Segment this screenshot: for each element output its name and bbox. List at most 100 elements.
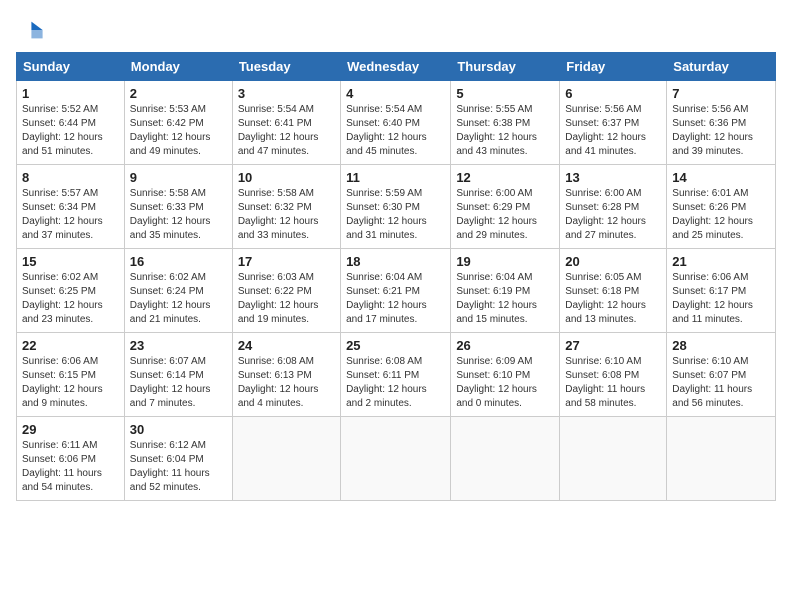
day-info: Sunrise: 6:03 AM Sunset: 6:22 PM Dayligh… — [238, 271, 335, 327]
table-row: 10 Sunrise: 5:58 AM Sunset: 6:32 PM Dayl… — [232, 165, 340, 249]
table-row: 28 Sunrise: 6:10 AM Sunset: 6:07 PM Dayl… — [667, 333, 776, 417]
day-info: Sunrise: 5:56 AM Sunset: 6:37 PM Dayligh… — [565, 103, 661, 159]
day-info: Sunrise: 6:09 AM Sunset: 6:10 PM Dayligh… — [456, 355, 554, 411]
day-info: Sunrise: 5:59 AM Sunset: 6:30 PM Dayligh… — [346, 187, 445, 243]
day-number: 27 — [565, 338, 661, 353]
day-number: 17 — [238, 254, 335, 269]
table-row — [451, 417, 560, 501]
day-info: Sunrise: 6:04 AM Sunset: 6:19 PM Dayligh… — [456, 271, 554, 327]
day-number: 18 — [346, 254, 445, 269]
calendar-week-row: 8 Sunrise: 5:57 AM Sunset: 6:34 PM Dayli… — [17, 165, 776, 249]
page-header — [16, 16, 776, 44]
table-row: 5 Sunrise: 5:55 AM Sunset: 6:38 PM Dayli… — [451, 81, 560, 165]
day-info: Sunrise: 6:00 AM Sunset: 6:29 PM Dayligh… — [456, 187, 554, 243]
logo — [16, 16, 48, 44]
table-row: 22 Sunrise: 6:06 AM Sunset: 6:15 PM Dayl… — [17, 333, 125, 417]
table-row: 7 Sunrise: 5:56 AM Sunset: 6:36 PM Dayli… — [667, 81, 776, 165]
calendar-body: 1 Sunrise: 5:52 AM Sunset: 6:44 PM Dayli… — [17, 81, 776, 501]
col-monday: Monday — [124, 53, 232, 81]
table-row: 2 Sunrise: 5:53 AM Sunset: 6:42 PM Dayli… — [124, 81, 232, 165]
table-row: 29 Sunrise: 6:11 AM Sunset: 6:06 PM Dayl… — [17, 417, 125, 501]
day-info: Sunrise: 6:08 AM Sunset: 6:13 PM Dayligh… — [238, 355, 335, 411]
day-info: Sunrise: 5:58 AM Sunset: 6:33 PM Dayligh… — [130, 187, 227, 243]
table-row: 26 Sunrise: 6:09 AM Sunset: 6:10 PM Dayl… — [451, 333, 560, 417]
day-number: 7 — [672, 86, 770, 101]
day-number: 12 — [456, 170, 554, 185]
day-info: Sunrise: 5:57 AM Sunset: 6:34 PM Dayligh… — [22, 187, 119, 243]
calendar-week-row: 1 Sunrise: 5:52 AM Sunset: 6:44 PM Dayli… — [17, 81, 776, 165]
day-info: Sunrise: 6:07 AM Sunset: 6:14 PM Dayligh… — [130, 355, 227, 411]
table-row: 12 Sunrise: 6:00 AM Sunset: 6:29 PM Dayl… — [451, 165, 560, 249]
table-row — [560, 417, 667, 501]
day-number: 5 — [456, 86, 554, 101]
day-number: 8 — [22, 170, 119, 185]
day-number: 23 — [130, 338, 227, 353]
col-wednesday: Wednesday — [341, 53, 451, 81]
table-row — [341, 417, 451, 501]
table-row: 27 Sunrise: 6:10 AM Sunset: 6:08 PM Dayl… — [560, 333, 667, 417]
table-row: 18 Sunrise: 6:04 AM Sunset: 6:21 PM Dayl… — [341, 249, 451, 333]
table-row: 30 Sunrise: 6:12 AM Sunset: 6:04 PM Dayl… — [124, 417, 232, 501]
day-number: 30 — [130, 422, 227, 437]
day-number: 6 — [565, 86, 661, 101]
table-row: 9 Sunrise: 5:58 AM Sunset: 6:33 PM Dayli… — [124, 165, 232, 249]
calendar-table: Sunday Monday Tuesday Wednesday Thursday… — [16, 52, 776, 501]
day-number: 3 — [238, 86, 335, 101]
table-row: 23 Sunrise: 6:07 AM Sunset: 6:14 PM Dayl… — [124, 333, 232, 417]
table-row: 13 Sunrise: 6:00 AM Sunset: 6:28 PM Dayl… — [560, 165, 667, 249]
calendar-week-row: 22 Sunrise: 6:06 AM Sunset: 6:15 PM Dayl… — [17, 333, 776, 417]
table-row: 19 Sunrise: 6:04 AM Sunset: 6:19 PM Dayl… — [451, 249, 560, 333]
day-info: Sunrise: 5:58 AM Sunset: 6:32 PM Dayligh… — [238, 187, 335, 243]
day-number: 22 — [22, 338, 119, 353]
day-info: Sunrise: 5:56 AM Sunset: 6:36 PM Dayligh… — [672, 103, 770, 159]
day-info: Sunrise: 6:12 AM Sunset: 6:04 PM Dayligh… — [130, 439, 227, 495]
table-row: 6 Sunrise: 5:56 AM Sunset: 6:37 PM Dayli… — [560, 81, 667, 165]
col-tuesday: Tuesday — [232, 53, 340, 81]
table-row: 16 Sunrise: 6:02 AM Sunset: 6:24 PM Dayl… — [124, 249, 232, 333]
col-friday: Friday — [560, 53, 667, 81]
day-info: Sunrise: 5:54 AM Sunset: 6:40 PM Dayligh… — [346, 103, 445, 159]
day-number: 2 — [130, 86, 227, 101]
day-number: 14 — [672, 170, 770, 185]
col-sunday: Sunday — [17, 53, 125, 81]
table-row: 21 Sunrise: 6:06 AM Sunset: 6:17 PM Dayl… — [667, 249, 776, 333]
day-number: 13 — [565, 170, 661, 185]
table-row: 3 Sunrise: 5:54 AM Sunset: 6:41 PM Dayli… — [232, 81, 340, 165]
logo-icon — [16, 16, 44, 44]
table-row: 15 Sunrise: 6:02 AM Sunset: 6:25 PM Dayl… — [17, 249, 125, 333]
table-row: 24 Sunrise: 6:08 AM Sunset: 6:13 PM Dayl… — [232, 333, 340, 417]
table-row: 4 Sunrise: 5:54 AM Sunset: 6:40 PM Dayli… — [341, 81, 451, 165]
table-row: 14 Sunrise: 6:01 AM Sunset: 6:26 PM Dayl… — [667, 165, 776, 249]
day-info: Sunrise: 6:04 AM Sunset: 6:21 PM Dayligh… — [346, 271, 445, 327]
day-info: Sunrise: 6:10 AM Sunset: 6:07 PM Dayligh… — [672, 355, 770, 411]
table-row: 11 Sunrise: 5:59 AM Sunset: 6:30 PM Dayl… — [341, 165, 451, 249]
calendar-week-row: 15 Sunrise: 6:02 AM Sunset: 6:25 PM Dayl… — [17, 249, 776, 333]
day-number: 28 — [672, 338, 770, 353]
day-number: 10 — [238, 170, 335, 185]
day-info: Sunrise: 6:06 AM Sunset: 6:15 PM Dayligh… — [22, 355, 119, 411]
day-number: 11 — [346, 170, 445, 185]
day-info: Sunrise: 6:01 AM Sunset: 6:26 PM Dayligh… — [672, 187, 770, 243]
col-thursday: Thursday — [451, 53, 560, 81]
day-number: 24 — [238, 338, 335, 353]
table-row: 8 Sunrise: 5:57 AM Sunset: 6:34 PM Dayli… — [17, 165, 125, 249]
table-row: 20 Sunrise: 6:05 AM Sunset: 6:18 PM Dayl… — [560, 249, 667, 333]
day-number: 20 — [565, 254, 661, 269]
day-number: 15 — [22, 254, 119, 269]
table-row: 25 Sunrise: 6:08 AM Sunset: 6:11 PM Dayl… — [341, 333, 451, 417]
day-info: Sunrise: 6:02 AM Sunset: 6:25 PM Dayligh… — [22, 271, 119, 327]
day-number: 21 — [672, 254, 770, 269]
calendar-week-row: 29 Sunrise: 6:11 AM Sunset: 6:06 PM Dayl… — [17, 417, 776, 501]
day-info: Sunrise: 6:10 AM Sunset: 6:08 PM Dayligh… — [565, 355, 661, 411]
day-number: 16 — [130, 254, 227, 269]
day-number: 4 — [346, 86, 445, 101]
day-info: Sunrise: 6:05 AM Sunset: 6:18 PM Dayligh… — [565, 271, 661, 327]
header-row: Sunday Monday Tuesday Wednesday Thursday… — [17, 53, 776, 81]
day-info: Sunrise: 6:06 AM Sunset: 6:17 PM Dayligh… — [672, 271, 770, 327]
day-number: 26 — [456, 338, 554, 353]
day-info: Sunrise: 6:08 AM Sunset: 6:11 PM Dayligh… — [346, 355, 445, 411]
day-info: Sunrise: 5:55 AM Sunset: 6:38 PM Dayligh… — [456, 103, 554, 159]
day-number: 29 — [22, 422, 119, 437]
table-row: 1 Sunrise: 5:52 AM Sunset: 6:44 PM Dayli… — [17, 81, 125, 165]
day-number: 1 — [22, 86, 119, 101]
